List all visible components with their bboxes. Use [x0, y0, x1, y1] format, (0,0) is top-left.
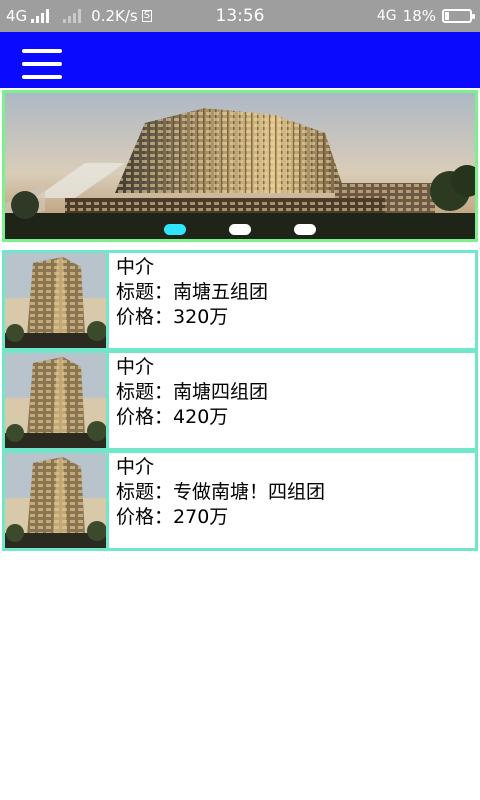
list-item[interactable]: 中介 标题：南塘五组团 价格：320万 [2, 250, 478, 351]
list-item[interactable]: 中介 标题：专做南塘！四组团 价格：270万 [2, 451, 478, 551]
carousel-dot[interactable] [294, 224, 316, 235]
listing-list: 中介 标题：南塘五组团 价格：320万 中介 标题：南塘四组团 价格：420万 [2, 250, 478, 551]
signal-strength-secondary-icon [63, 9, 82, 23]
price-label: 价格： [116, 306, 174, 328]
listing-price: 270万 [173, 506, 229, 528]
building-thumbnail-image [5, 253, 106, 348]
battery-icon [442, 9, 475, 23]
listing-agent: 中介 [116, 456, 155, 478]
listing-price-row: 价格：320万 [116, 305, 268, 330]
listing-price-row: 价格：270万 [116, 505, 325, 530]
carousel-dot[interactable] [229, 224, 251, 235]
network-type-right: 4G [376, 8, 397, 24]
listing-price: 420万 [173, 406, 229, 428]
status-right: 4G 18% [376, 0, 475, 32]
title-label: 标题： [116, 281, 174, 303]
banner-building-image [5, 93, 475, 239]
battery-percent: 18% [402, 7, 436, 25]
price-label: 价格： [116, 506, 174, 528]
price-label: 价格： [116, 406, 174, 428]
carousel-indicator [5, 223, 475, 237]
listing-agent: 中介 [116, 256, 155, 278]
carousel-dot[interactable] [164, 224, 186, 235]
listing-title: 南塘四组团 [173, 381, 269, 403]
banner-carousel[interactable] [2, 90, 478, 242]
listing-title: 专做南塘！四组团 [173, 481, 326, 503]
speed-badge-icon: S [141, 10, 153, 22]
hamburger-menu-icon[interactable] [22, 46, 62, 82]
listing-price: 320万 [173, 306, 229, 328]
listing-title: 南塘五组团 [173, 281, 269, 303]
listing-title-row: 标题：南塘四组团 [116, 380, 268, 405]
listing-text: 中介 标题：南塘五组团 价格：320万 [116, 255, 268, 330]
network-type-label: 4G [6, 7, 28, 25]
clock: 13:56 [215, 6, 265, 26]
listing-text: 中介 标题：专做南塘！四组团 价格：270万 [116, 455, 325, 530]
title-label: 标题： [116, 481, 174, 503]
title-label: 标题： [116, 381, 174, 403]
status-bar: 4G 0.2K/s S 13:56 4G 18% [0, 0, 480, 32]
status-left: 4G 0.2K/s S [6, 0, 153, 32]
listing-text: 中介 标题：南塘四组团 价格：420万 [116, 355, 268, 430]
network-speed: 0.2K/s [91, 7, 138, 25]
app-bar [0, 32, 480, 88]
building-thumbnail-image [5, 453, 106, 548]
listing-thumbnail [5, 353, 109, 448]
listing-title-row: 标题：南塘五组团 [116, 280, 268, 305]
listing-price-row: 价格：420万 [116, 405, 268, 430]
listing-thumbnail [5, 253, 109, 348]
signal-strength-icon [31, 9, 50, 23]
listing-agent: 中介 [116, 356, 155, 378]
list-item[interactable]: 中介 标题：南塘四组团 价格：420万 [2, 351, 478, 451]
listing-thumbnail [5, 453, 109, 548]
building-thumbnail-image [5, 353, 106, 448]
listing-title-row: 标题：专做南塘！四组团 [116, 480, 325, 505]
